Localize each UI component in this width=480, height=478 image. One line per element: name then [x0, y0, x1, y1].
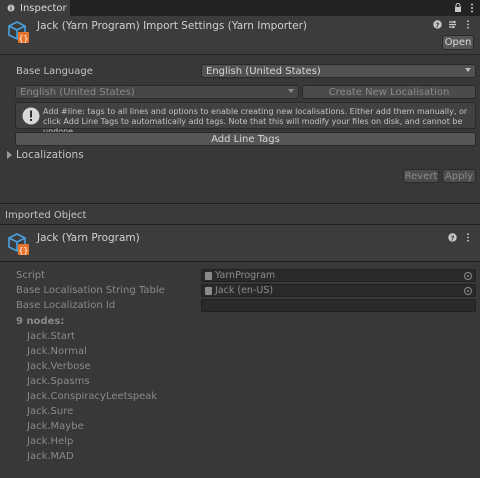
object-picker-icon	[464, 287, 472, 295]
localizations-foldout[interactable]: Localizations	[16, 149, 84, 161]
help-box: Add #line: tags to all lines and options…	[15, 102, 476, 136]
info-icon	[7, 4, 15, 12]
script-file-icon	[205, 271, 212, 280]
open-button[interactable]: Open	[442, 35, 474, 50]
string-table-value: Jack (en-US)	[215, 285, 274, 296]
node-item: Jack.MAD	[27, 451, 74, 462]
base-language-value: English (United States)	[206, 65, 321, 77]
create-localisation-button[interactable]: Create New Localisation	[302, 85, 476, 99]
svg-text:?: ?	[450, 234, 454, 242]
string-table-label: Base Localisation String Table	[16, 285, 165, 296]
node-item: Jack.Verbose	[27, 361, 91, 372]
help-icon[interactable]: ?	[448, 233, 457, 242]
nodes-count-label: 9 nodes:	[16, 316, 65, 327]
imported-header-icons: ?	[448, 233, 472, 242]
section-divider	[0, 261, 480, 262]
object-picker-icon	[464, 272, 472, 280]
base-language-label: Base Language	[16, 66, 93, 77]
script-field: YarnProgram	[201, 269, 476, 282]
node-item: Jack.Spasms	[27, 376, 90, 387]
chevron-down-icon	[288, 89, 294, 93]
imported-object-label: Imported Object	[5, 210, 87, 221]
inspector-header: {} Jack (Yarn Program) Import Settings (…	[0, 16, 480, 55]
script-label: Script	[16, 270, 46, 281]
base-language-dropdown[interactable]: English (United States)	[201, 64, 476, 78]
preset-icon[interactable]	[448, 20, 457, 29]
node-item: Jack.Start	[27, 331, 75, 342]
header-icons: ?	[433, 20, 472, 29]
string-table-field: Jack (en-US)	[201, 284, 476, 297]
tab-bar: Inspector	[0, 0, 480, 16]
node-item: Jack.ConspiracyLeetspeak	[27, 391, 158, 402]
node-item: Jack.Help	[27, 436, 74, 447]
imported-object-title: Jack (Yarn Program)	[37, 232, 140, 244]
string-table-file-icon	[205, 286, 212, 295]
tab-label: Inspector	[20, 2, 67, 14]
script-value: YarnProgram	[215, 270, 276, 281]
node-item: Jack.Sure	[27, 406, 74, 417]
kebab-menu-icon[interactable]	[470, 3, 474, 13]
node-item: Jack.Maybe	[27, 421, 84, 432]
kebab-icon[interactable]	[463, 20, 472, 29]
chevron-down-icon	[465, 68, 471, 72]
info-icon	[22, 107, 40, 125]
help-icon[interactable]: ?	[433, 20, 442, 29]
yarn-script-icon: {}	[6, 19, 30, 45]
add-line-tags-button[interactable]: Add Line Tags	[15, 132, 476, 146]
yarn-script-icon: {}	[6, 231, 30, 257]
svg-text:?: ?	[435, 21, 439, 29]
svg-text:{}: {}	[19, 34, 29, 43]
kebab-icon[interactable]	[463, 233, 472, 242]
localisation-dropdown-value: English (United States)	[20, 86, 135, 98]
lock-icon[interactable]	[454, 3, 462, 13]
inspector-title: Jack (Yarn Program) Import Settings (Yar…	[37, 20, 308, 32]
tab-inspector[interactable]: Inspector	[0, 0, 71, 16]
svg-text:{}: {}	[19, 246, 29, 255]
node-item: Jack.Normal	[27, 346, 87, 357]
localisation-dropdown[interactable]: English (United States)	[15, 85, 299, 99]
revert-button[interactable]: Revert	[403, 169, 439, 183]
foldout-arrow-icon[interactable]	[7, 151, 13, 159]
localization-id-label: Base Localization Id	[16, 300, 116, 311]
apply-button[interactable]: Apply	[442, 169, 476, 183]
localization-id-field	[201, 299, 476, 312]
